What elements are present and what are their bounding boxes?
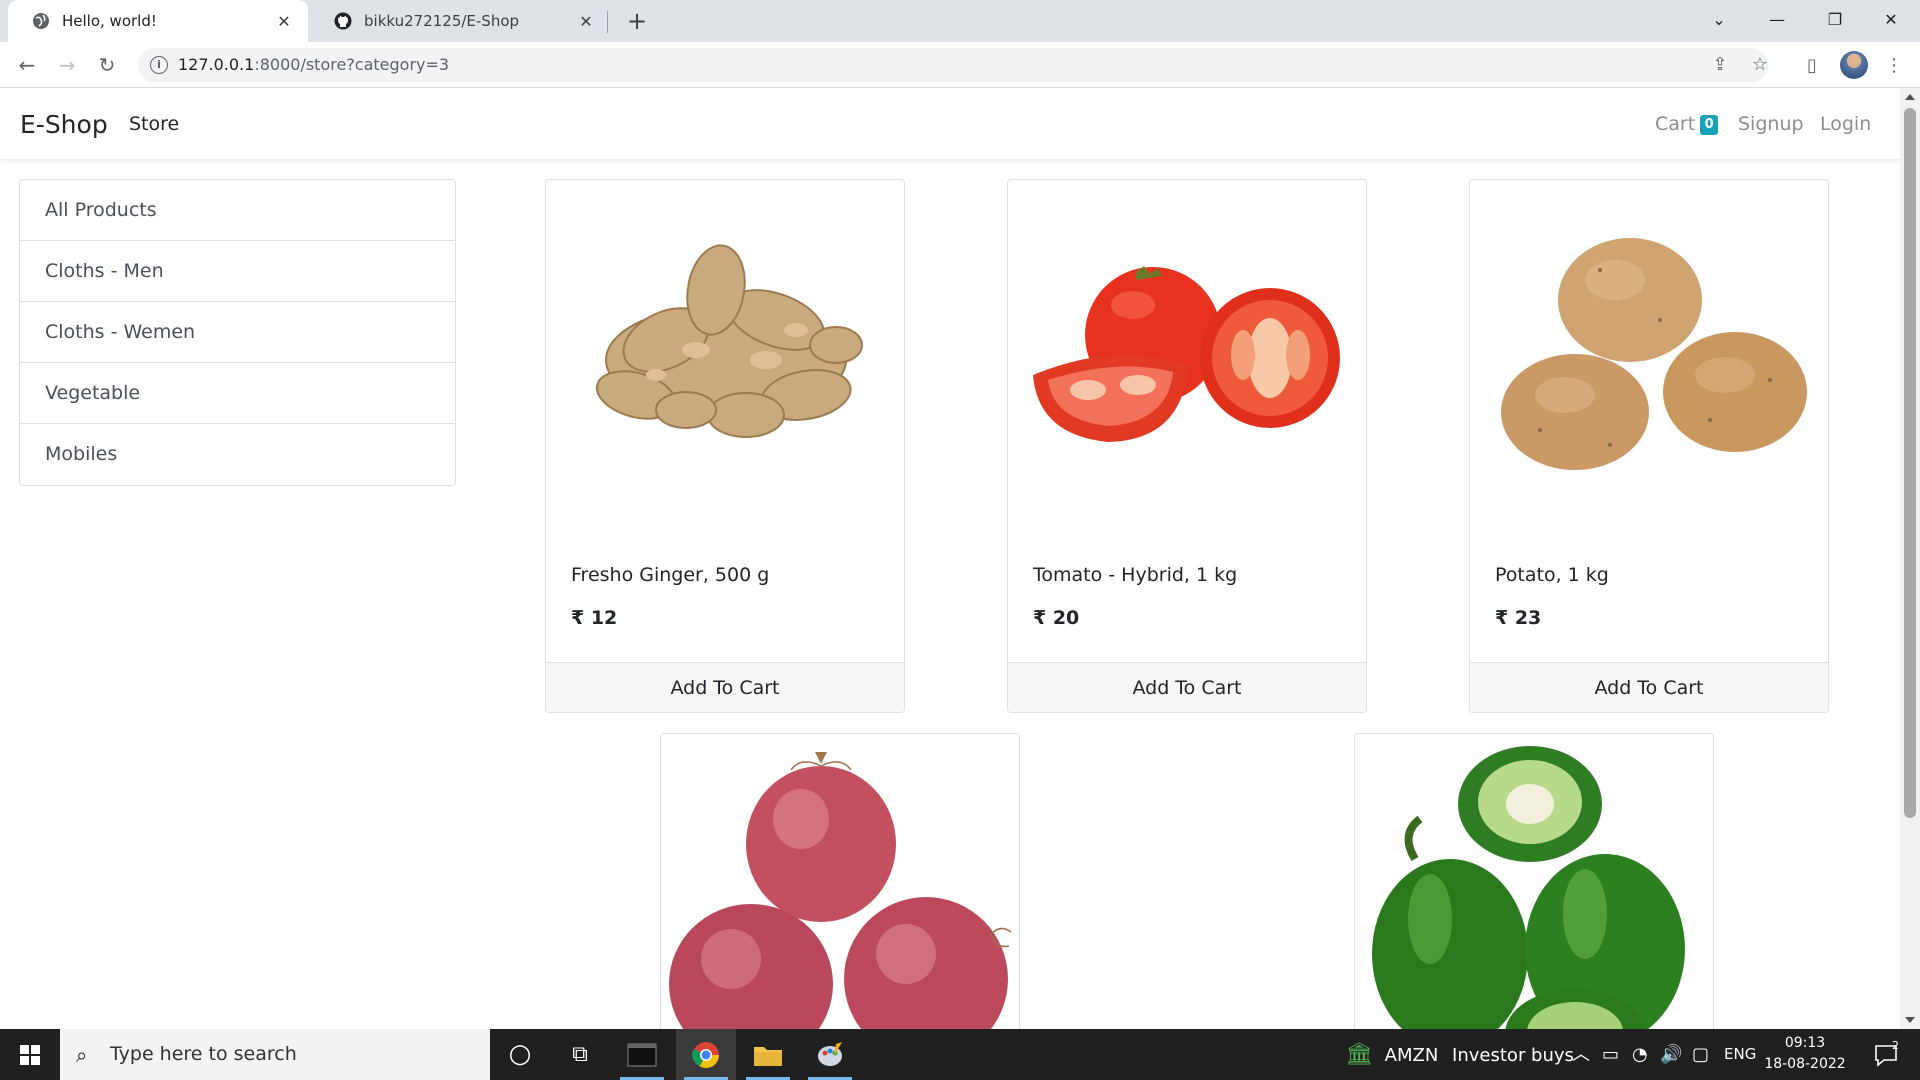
- taskbar-search-box[interactable]: ⌕ Type here to search: [60, 1029, 490, 1080]
- product-card-ginger: Fresho Ginger, 500 g ₹ 12 Add To Cart: [545, 179, 905, 713]
- category-list: All Products Cloths - Men Cloths - Wemen…: [19, 179, 456, 486]
- windows-logo-icon: [20, 1045, 40, 1065]
- product-name: Potato, 1 kg: [1495, 564, 1609, 586]
- tab-search-chevron-icon[interactable]: ⌄: [1690, 0, 1748, 42]
- address-bar[interactable]: i 127.0.0.1:8000/store?category=3 ⇪ ☆: [138, 48, 1768, 82]
- close-tab-icon[interactable]: ✕: [274, 12, 294, 31]
- card-footer: Add To Cart: [546, 662, 904, 712]
- page-scrollbar[interactable]: [1900, 88, 1920, 1029]
- profile-avatar[interactable]: [1840, 51, 1868, 79]
- taskbar-clock[interactable]: 09:13 18-08-2022: [1760, 1033, 1850, 1075]
- forward-arrow-icon[interactable]: →: [52, 51, 82, 79]
- cortana-icon[interactable]: ○: [490, 1029, 550, 1080]
- search-placeholder: Type here to search: [110, 1043, 297, 1065]
- product-price: ₹ 23: [1495, 607, 1542, 629]
- volume-icon[interactable]: 🔊: [1660, 1029, 1682, 1080]
- terminal-app-icon[interactable]: [612, 1029, 672, 1080]
- nav-login-link[interactable]: Login: [1820, 113, 1871, 135]
- scrollbar-thumb[interactable]: [1904, 108, 1916, 818]
- clock-time: 09:13: [1784, 1035, 1826, 1051]
- browser-toolbar: ← → ↻ i 127.0.0.1:8000/store?category=3 …: [0, 42, 1920, 88]
- bookmark-star-icon[interactable]: ☆: [1748, 53, 1772, 77]
- product-card-onion: [660, 733, 1020, 1029]
- new-tab-button[interactable]: +: [622, 6, 652, 36]
- minimize-button[interactable]: —: [1748, 0, 1806, 42]
- brand-link[interactable]: E-Shop: [20, 110, 108, 139]
- card-footer: Add To Cart: [1008, 662, 1366, 712]
- tab-title: Hello, world!: [62, 12, 157, 30]
- scroll-down-arrow-icon[interactable]: [1905, 1017, 1915, 1023]
- file-explorer-icon[interactable]: [738, 1029, 798, 1080]
- battery-icon[interactable]: ▭: [1602, 1029, 1619, 1080]
- nav-cart-link[interactable]: Cart 0: [1655, 113, 1719, 135]
- tab-separator: [607, 11, 608, 33]
- language-indicator[interactable]: ENG: [1724, 1029, 1756, 1080]
- stock-text: Investor buys: [1452, 1045, 1574, 1066]
- tab-strip: Hello, world! ✕ bikku272125/E-Shop ✕ + ⌄…: [0, 0, 1920, 42]
- scroll-up-arrow-icon[interactable]: [1905, 94, 1915, 100]
- url-text[interactable]: 127.0.0.1:8000/store?category=3: [178, 48, 449, 82]
- product-card-potato: Potato, 1 kg ₹ 23 Add To Cart: [1469, 179, 1829, 713]
- side-panel-icon[interactable]: ▯: [1798, 52, 1826, 80]
- meet-now-icon[interactable]: ▢: [1692, 1029, 1709, 1080]
- product-image-potato: [1501, 238, 1807, 470]
- add-to-cart-button[interactable]: Add To Cart: [546, 663, 904, 712]
- cart-count-badge: 0: [1700, 115, 1719, 135]
- clock-date: 18-08-2022: [1764, 1056, 1846, 1072]
- stocks-widget[interactable]: 🏛 AMZN Investor buys: [1345, 1029, 1574, 1080]
- web-page: E-Shop Store Cart 0 Signup Login All Prod…: [0, 88, 1900, 1029]
- product-card-tomato: Tomato - Hybrid, 1 kg ₹ 20 Add To Cart: [1007, 179, 1367, 713]
- add-to-cart-button[interactable]: Add To Cart: [1008, 663, 1366, 712]
- task-view-icon[interactable]: ⧉: [550, 1029, 610, 1080]
- site-navbar: E-Shop Store Cart 0 Signup Login: [0, 88, 1900, 160]
- start-button[interactable]: [0, 1029, 60, 1080]
- category-vegetable[interactable]: Vegetable: [20, 363, 455, 424]
- globe-icon: [32, 12, 50, 30]
- product-image-ginger: [595, 244, 863, 438]
- product-name: Tomato - Hybrid, 1 kg: [1033, 564, 1238, 586]
- chrome-app-icon[interactable]: [676, 1029, 736, 1080]
- category-mobiles[interactable]: Mobiles: [20, 424, 455, 485]
- category-cloths-wemen[interactable]: Cloths - Wemen: [20, 302, 455, 363]
- bank-icon: 🏛: [1345, 1042, 1373, 1067]
- tab-hello-world[interactable]: Hello, world! ✕: [8, 0, 308, 42]
- restore-button[interactable]: ❐: [1806, 0, 1864, 42]
- add-to-cart-button[interactable]: Add To Cart: [1470, 663, 1828, 712]
- github-icon: [334, 12, 352, 30]
- close-window-button[interactable]: ✕: [1862, 0, 1920, 42]
- back-arrow-icon[interactable]: ←: [12, 51, 42, 79]
- product-price: ₹ 12: [571, 607, 618, 629]
- tab-title: bikku272125/E-Shop: [364, 12, 520, 30]
- category-cloths-men[interactable]: Cloths - Men: [20, 241, 455, 302]
- windows-taskbar: ⌕ Type here to search ○ ⧉ 🏛 AMZN Investo…: [0, 1029, 1920, 1080]
- search-icon: ⌕: [76, 1043, 88, 1067]
- product-name: Fresho Ginger, 500 g: [571, 564, 770, 586]
- reload-icon[interactable]: ↻: [92, 51, 122, 79]
- notification-count: 2: [1892, 1039, 1899, 1052]
- tab-github-eshop[interactable]: bikku272125/E-Shop ✕: [310, 0, 610, 42]
- card-footer: Add To Cart: [1470, 662, 1828, 712]
- product-image-onion: [669, 752, 1012, 1029]
- show-hidden-icons-chevron-icon[interactable]: ︿: [1572, 1029, 1590, 1080]
- nav-store-link[interactable]: Store: [129, 113, 179, 135]
- category-all-products[interactable]: All Products: [20, 180, 455, 241]
- close-tab-icon[interactable]: ✕: [576, 12, 596, 31]
- product-image-capsicum: [1372, 746, 1685, 1029]
- share-icon[interactable]: ⇪: [1708, 53, 1732, 77]
- paint-app-icon[interactable]: [800, 1029, 860, 1080]
- notification-center-icon[interactable]: 2: [1866, 1029, 1906, 1080]
- nav-signup-link[interactable]: Signup: [1738, 113, 1804, 135]
- stock-ticker: AMZN: [1384, 1045, 1439, 1066]
- more-menu-icon[interactable]: ⋮: [1880, 52, 1908, 80]
- product-image-tomato: [1033, 266, 1340, 442]
- site-info-icon[interactable]: i: [150, 56, 168, 74]
- product-price: ₹ 20: [1033, 607, 1080, 629]
- product-card-capsicum: [1354, 733, 1714, 1029]
- wifi-icon[interactable]: ◔: [1632, 1029, 1648, 1080]
